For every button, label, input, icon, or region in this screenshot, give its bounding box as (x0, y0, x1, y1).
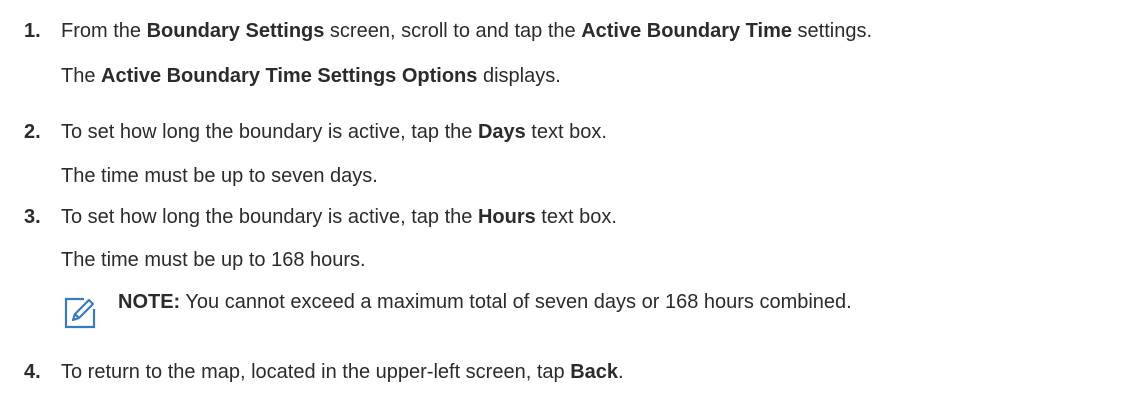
step-1-instruction: From the Boundary Settings screen, scrol… (61, 20, 873, 42)
note-label: NOTE: (118, 291, 181, 313)
step-number: 2. (24, 121, 41, 143)
step-2-instruction: To set how long the boundary is active, … (61, 121, 607, 143)
step-3-instruction: To set how long the boundary is active, … (61, 206, 617, 228)
ui-term: Days (477, 121, 526, 143)
ui-term: Hours (477, 206, 536, 228)
ui-term: Active Boundary Time Settings Options (101, 65, 478, 87)
ui-term: Active Boundary Time (581, 20, 792, 42)
ui-term: Boundary Settings (146, 20, 325, 42)
step-4-instruction: To return to the map, located in the upp… (61, 361, 624, 383)
step-number: 4. (24, 361, 41, 383)
note-text: NOTE: You cannot exceed a maximum total … (118, 291, 852, 313)
note-pencil-icon (64, 297, 96, 329)
step-1-result: The Active Boundary Time Settings Option… (61, 65, 561, 87)
step-number: 3. (24, 206, 41, 228)
ui-term: Back (570, 361, 618, 383)
step-2-result: The time must be up to seven days. (61, 165, 378, 187)
step-number: 1. (24, 20, 41, 42)
step-3-result: The time must be up to 168 hours. (61, 249, 366, 271)
